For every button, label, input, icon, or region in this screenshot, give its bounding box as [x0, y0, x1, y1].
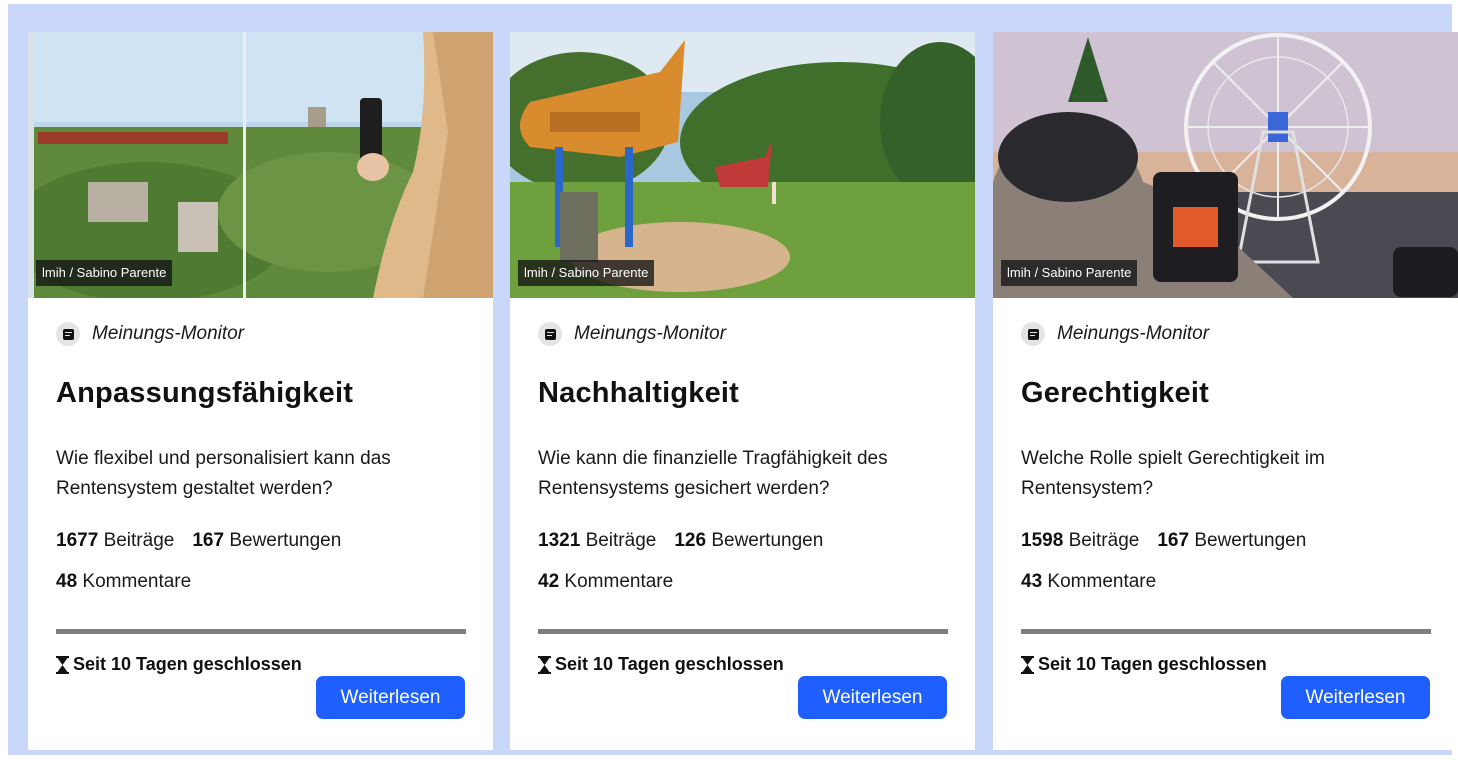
- cards-section: lmih / Sabino Parente Meinungs-Monitor A…: [8, 4, 1458, 755]
- ratings-label: Bewertungen: [1194, 530, 1307, 551]
- ratings-label: Bewertungen: [711, 530, 824, 551]
- card-title[interactable]: Nachhaltigkeit: [538, 377, 739, 410]
- card-question: Wie flexibel und personalisiert kann das…: [56, 448, 391, 499]
- contributions-count: 1677: [56, 530, 99, 551]
- opinion-monitor-icon: [538, 322, 562, 346]
- topic-card: lmih / Sabino Parente Meinungs-Monitor G…: [993, 32, 1458, 750]
- status-divider: [538, 629, 948, 634]
- card-question: Wie kann die finanzielle Tragfähigkeit d…: [538, 448, 888, 499]
- card-photo: lmih / Sabino Parente: [510, 32, 975, 298]
- status-text: Seit 10 Tagen geschlossen: [73, 654, 302, 674]
- opinion-monitor-icon: [1021, 322, 1045, 346]
- card-title[interactable]: Gerechtigkeit: [1021, 377, 1209, 410]
- source-row: Meinungs-Monitor: [538, 320, 726, 348]
- contributions-count: 1321: [538, 530, 581, 551]
- status-text: Seit 10 Tagen geschlossen: [1038, 654, 1267, 674]
- photo-credit: lmih / Sabino Parente: [1001, 260, 1138, 286]
- playground-photo: [510, 32, 975, 298]
- photo-credit: lmih / Sabino Parente: [518, 260, 655, 286]
- status-divider: [1021, 629, 1431, 634]
- comments-row: 43 Kommentare: [1021, 571, 1156, 593]
- hourglass-icon: [1021, 655, 1034, 674]
- read-more-button[interactable]: Weiterlesen: [798, 676, 947, 719]
- read-more-button[interactable]: Weiterlesen: [316, 676, 465, 719]
- hourglass-icon: [538, 655, 551, 674]
- card-photo: lmih / Sabino Parente: [993, 32, 1458, 298]
- comments-row: 48 Kommentare: [56, 571, 191, 593]
- ratings-count: 167: [1157, 530, 1190, 551]
- status-row: Seit 10 Tagen geschlossen: [538, 654, 784, 675]
- status-row: Seit 10 Tagen geschlossen: [56, 654, 302, 675]
- source-label: Meinungs-Monitor: [1057, 323, 1210, 344]
- read-more-button[interactable]: Weiterlesen: [1281, 676, 1430, 719]
- comments-count: 43: [1021, 571, 1043, 592]
- stats-row: 1677 Beiträge 167 Bewertungen: [56, 530, 341, 552]
- stats-row: 1321 Beiträge 126 Bewertungen: [538, 530, 823, 552]
- source-label: Meinungs-Monitor: [574, 323, 727, 344]
- ferris-wheel-photo: [993, 32, 1458, 298]
- source-row: Meinungs-Monitor: [56, 320, 244, 348]
- photo-credit: lmih / Sabino Parente: [36, 260, 173, 286]
- card-question: Welche Rolle spielt Gerechtigkeit im Ren…: [1021, 448, 1325, 499]
- ratings-count: 167: [192, 530, 225, 551]
- city-view-photo: [28, 32, 493, 298]
- comments-label: Kommentare: [564, 571, 674, 592]
- topic-card: lmih / Sabino Parente Meinungs-Monitor N…: [510, 32, 975, 750]
- source-row: Meinungs-Monitor: [1021, 320, 1209, 348]
- ratings-count: 126: [674, 530, 707, 551]
- status-row: Seit 10 Tagen geschlossen: [1021, 654, 1267, 675]
- comments-row: 42 Kommentare: [538, 571, 673, 593]
- status-text: Seit 10 Tagen geschlossen: [555, 654, 784, 674]
- card-title[interactable]: Anpassungsfähigkeit: [56, 377, 353, 410]
- comments-label: Kommentare: [1047, 571, 1157, 592]
- stats-row: 1598 Beiträge 167 Bewertungen: [1021, 530, 1306, 552]
- hourglass-icon: [56, 655, 69, 674]
- contributions-label: Beiträge: [103, 530, 175, 551]
- contributions-label: Beiträge: [585, 530, 657, 551]
- source-label: Meinungs-Monitor: [92, 323, 245, 344]
- ratings-label: Bewertungen: [229, 530, 342, 551]
- contributions-label: Beiträge: [1068, 530, 1140, 551]
- status-divider: [56, 629, 466, 634]
- opinion-monitor-icon: [56, 322, 80, 346]
- contributions-count: 1598: [1021, 530, 1064, 551]
- comments-count: 48: [56, 571, 78, 592]
- comments-count: 42: [538, 571, 560, 592]
- card-photo: lmih / Sabino Parente: [28, 32, 493, 298]
- topic-card: lmih / Sabino Parente Meinungs-Monitor A…: [28, 32, 493, 750]
- comments-label: Kommentare: [82, 571, 192, 592]
